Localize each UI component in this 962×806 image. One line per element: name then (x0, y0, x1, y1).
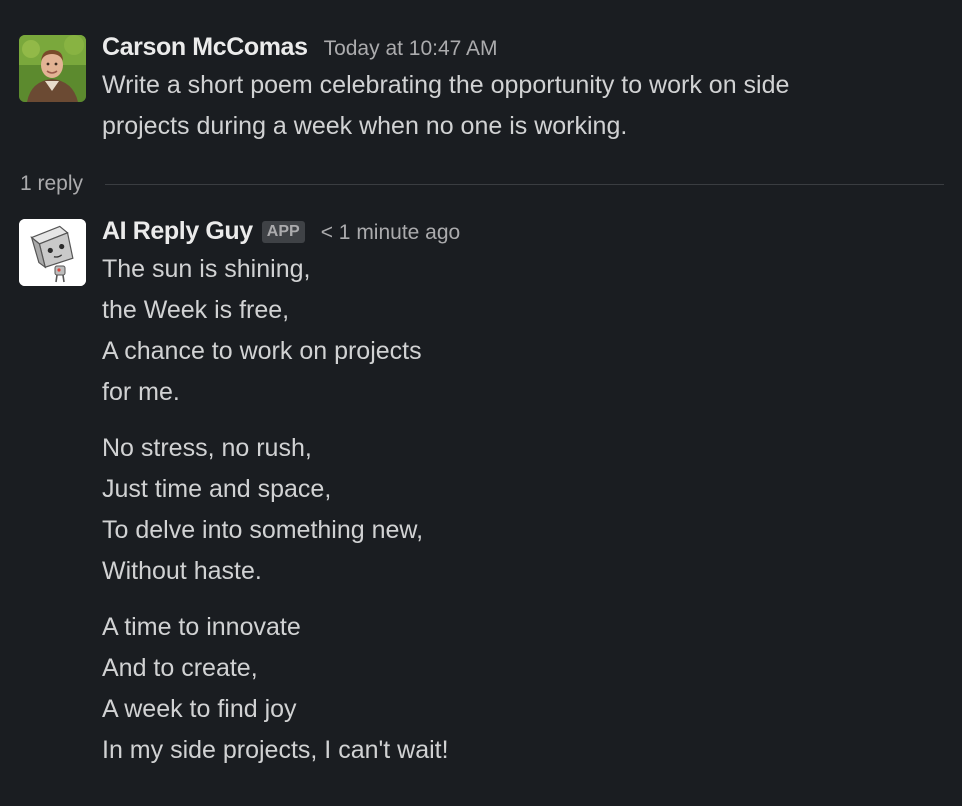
timestamp[interactable]: Today at 10:47 AM (324, 37, 498, 61)
poem-line: The sun is shining, (102, 255, 311, 283)
message-text: Write a short poem celebrating the oppor… (102, 65, 942, 147)
author-name[interactable]: Carson McComas (102, 33, 308, 62)
message-text-line: Write a short poem celebrating the oppor… (102, 71, 790, 99)
poem-stanza: No stress, no rush, Just time and space,… (102, 428, 942, 592)
poem-line: A week to find joy (102, 695, 297, 723)
poem-line: No stress, no rush, (102, 434, 312, 462)
reply-message-body: AI Reply Guy APP < 1 minute ago The sun … (102, 217, 942, 786)
robot-icon (19, 219, 86, 286)
poem-line: In my side projects, I can't wait! (102, 736, 449, 764)
poem-line: Just time and space, (102, 475, 332, 503)
poem-line: To delve into something new, (102, 516, 424, 544)
message-header: AI Reply Guy APP < 1 minute ago (102, 217, 942, 249)
reply-count[interactable]: 1 reply (20, 172, 83, 196)
poem-line: Without haste. (102, 557, 262, 585)
poem-line: for me. (102, 378, 180, 406)
poem-line: the Week is free, (102, 296, 290, 324)
app-badge: APP (261, 221, 305, 243)
poem-stanza: The sun is shining, the Week is free, A … (102, 249, 942, 413)
thread-reply-divider: 1 reply (20, 168, 944, 200)
original-message-body: Carson McComas Today at 10:47 AM Write a… (102, 33, 942, 147)
poem-line: And to create, (102, 654, 258, 682)
poem: The sun is shining, the Week is free, A … (102, 249, 942, 771)
bot-avatar[interactable] (19, 219, 86, 286)
poem-line: A chance to work on projects (102, 337, 422, 365)
message-text-line: projects during a week when no one is wo… (102, 112, 628, 140)
message-header: Carson McComas Today at 10:47 AM (102, 33, 942, 65)
poem-stanza: A time to innovate And to create, A week… (102, 607, 942, 771)
author-name[interactable]: AI Reply Guy (102, 217, 253, 246)
poem-line: A time to innovate (102, 613, 301, 641)
divider-line (105, 183, 944, 185)
timestamp[interactable]: < 1 minute ago (321, 221, 461, 245)
user-avatar[interactable] (19, 35, 86, 102)
user-photo-icon (19, 35, 86, 102)
